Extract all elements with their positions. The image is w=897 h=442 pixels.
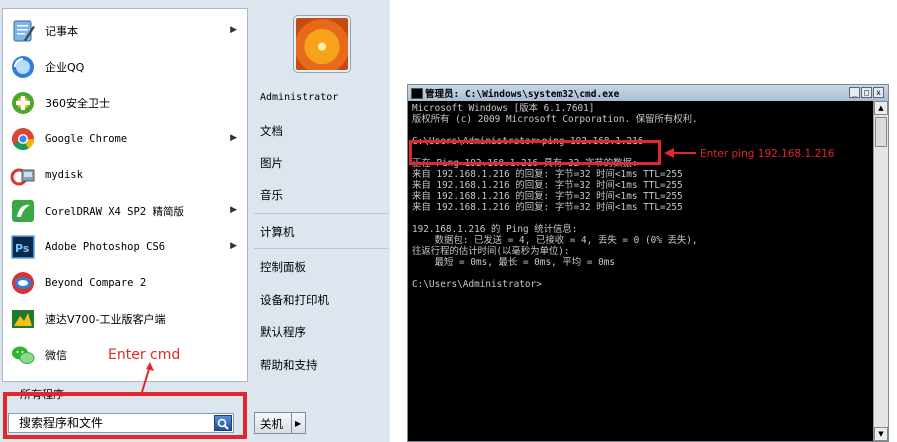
program-label: CorelDRAW X4 SP2 精简版 [45,205,184,218]
right-item-administrator[interactable]: Administrator [260,92,338,103]
annotation-enter-ping: Enter ping 192.168.1.216 [700,148,835,160]
program-notepad[interactable]: 记事本 ▶ [9,15,245,47]
right-item-control-panel[interactable]: 控制面板 [260,259,306,275]
separator [254,213,388,214]
right-item-pictures[interactable]: 图片 [260,155,283,171]
cmd-window[interactable]: 管理员: C:\Windows\system32\cmd.exe _ □ x M… [407,84,889,442]
cmd-line: 来自 192.168.1.216 的回复: 字节=32 时间<1ms TTL=2… [412,169,683,180]
program-google-chrome[interactable]: Google Chrome ▶ [9,123,245,155]
360-safe-icon [9,89,37,117]
beyond-compare-icon [9,269,37,297]
mydisk-icon [9,161,37,189]
cmd-app-icon [411,88,423,99]
cmd-line: Microsoft Windows [版本 6.1.7601] [412,103,595,114]
cmd-line: 数据包: 已发送 = 4, 已接收 = 4, 丢失 = 0 (0% 丢失), [412,235,698,246]
submenu-arrow-icon: ▶ [230,205,237,215]
scrollbar-thumb[interactable] [875,117,887,147]
cmd-line [412,125,870,136]
submenu-arrow-icon: ▶ [230,133,237,143]
svg-text:Ps: Ps [15,242,30,255]
submenu-arrow-icon: ▶ [230,241,237,251]
close-button[interactable]: x [873,87,884,98]
notepad-icon [9,17,37,45]
shutdown-button[interactable]: 关机 [254,412,292,434]
cmd-titlebar[interactable]: 管理员: C:\Windows\system32\cmd.exe _ □ x [408,85,888,101]
scroll-down-icon[interactable]: ▼ [874,427,888,441]
cmd-line [412,268,870,279]
right-item-documents[interactable]: 文档 [260,123,283,139]
cmd-line: 来自 192.168.1.216 的回复: 字节=32 时间<1ms TTL=2… [412,202,683,213]
programs-pane: 记事本 ▶ 企业QQ 360安全卫士 Google Chrome ▶ mydis… [2,8,248,382]
minimize-button[interactable]: _ [849,87,860,98]
program-label: 360安全卫士 [45,97,110,110]
separator [254,248,388,249]
program-beyond-compare[interactable]: Beyond Compare 2 [9,267,245,299]
program-360-safe[interactable]: 360安全卫士 [9,87,245,119]
start-menu: 记事本 ▶ 企业QQ 360安全卫士 Google Chrome ▶ mydis… [0,0,390,442]
annotation-arrow-icon [141,362,154,393]
cmd-line: 最短 = 0ms, 最长 = 0ms, 平均 = 0ms [412,257,616,268]
right-item-help-support[interactable]: 帮助和支持 [260,357,318,373]
program-label: Beyond Compare 2 [45,277,147,289]
program-label: 企业QQ [45,61,85,74]
qq-icon [9,53,37,81]
search-highlight-box [3,392,247,439]
program-label: Adobe Photoshop CS6 [45,241,166,253]
program-label: 记事本 [45,25,78,38]
photoshop-icon: Ps [9,233,37,261]
submenu-arrow-icon: ▶ [230,25,237,35]
maximize-button[interactable]: □ [861,87,872,98]
cmd-line: 往返行程的估计时间(以毫秒为单位): [412,246,570,257]
right-pane: Administrator 文档 图片 音乐 计算机 控制面板 设备和打印机 默… [252,8,390,408]
window-title: 管理员: C:\Windows\system32\cmd.exe [425,89,620,100]
cmd-line [412,213,870,224]
program-label: Google Chrome [45,133,128,145]
right-item-default-programs[interactable]: 默认程序 [260,324,306,340]
chrome-icon [9,125,37,153]
user-avatar[interactable] [294,16,350,72]
cmd-prompt-line: C:\Users\Administrator> [412,279,542,290]
annotation-arrow-icon [664,148,696,158]
shutdown-options-arrow[interactable]: ▶ [292,412,306,434]
cmd-line: 192.168.1.216 的 Ping 统计信息: [412,224,578,235]
wechat-icon [9,341,37,369]
scroll-up-icon[interactable]: ▲ [874,101,888,115]
program-label: mydisk [45,169,83,181]
suda-icon [9,305,37,333]
cmd-line: 来自 192.168.1.216 的回复: 字节=32 时间<1ms TTL=2… [412,191,683,202]
ping-command-highlight-box [409,140,661,165]
annotation-enter-cmd: Enter cmd [108,347,181,363]
cmd-line: 来自 192.168.1.216 的回复: 字节=32 时间<1ms TTL=2… [412,180,683,191]
right-item-music[interactable]: 音乐 [260,187,283,203]
program-mydisk[interactable]: mydisk [9,159,245,191]
coreldraw-icon [9,197,37,225]
right-item-computer[interactable]: 计算机 [260,224,295,240]
program-photoshop[interactable]: Ps Adobe Photoshop CS6 ▶ [9,231,245,263]
program-suda[interactable]: 速达V700-工业版客户端 [9,303,245,335]
program-label: 微信 [45,349,67,362]
cmd-line: 版权所有 (c) 2009 Microsoft Corporation. 保留所… [412,114,698,125]
program-qq[interactable]: 企业QQ [9,51,245,83]
program-coreldraw[interactable]: CorelDRAW X4 SP2 精简版 ▶ [9,195,245,227]
right-item-devices-printers[interactable]: 设备和打印机 [260,292,329,308]
vertical-scrollbar[interactable]: ▲ ▼ [873,101,888,441]
program-label: 速达V700-工业版客户端 [45,313,166,326]
